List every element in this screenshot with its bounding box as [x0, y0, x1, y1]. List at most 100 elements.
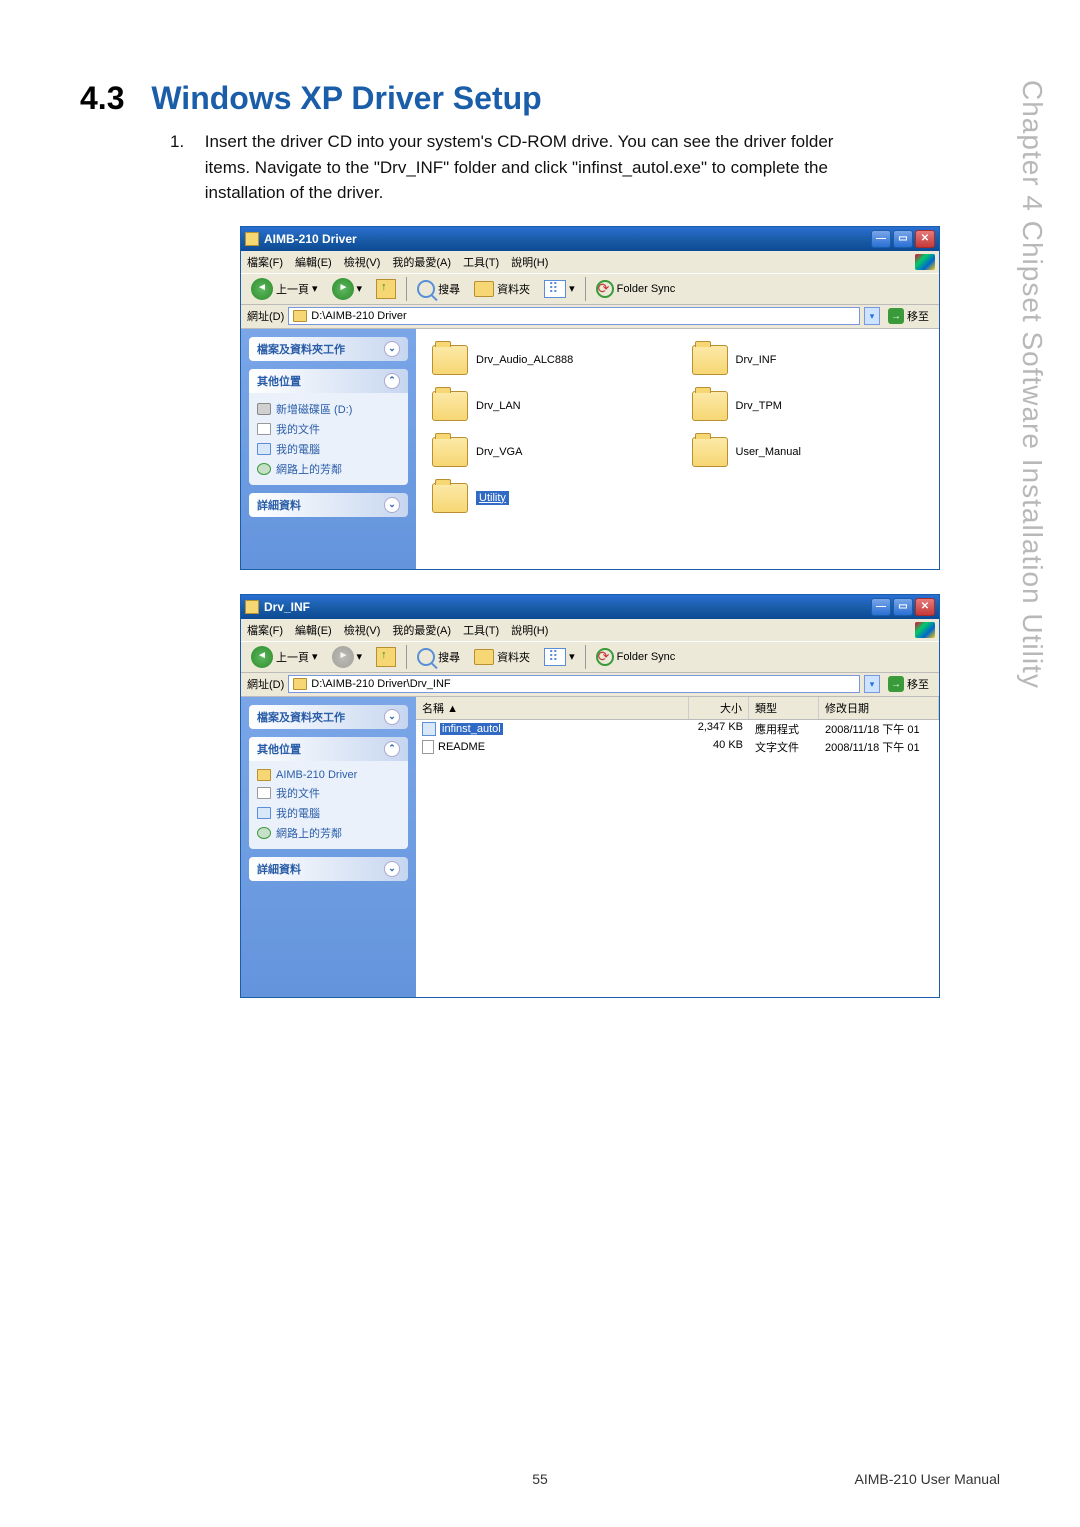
tasks-panel: 檔案及資料夾工作 ⌄	[249, 705, 408, 729]
folder-content[interactable]: Drv_Audio_ALC888 Drv_INF Drv_LAN Drv_TPM Drv…	[416, 329, 939, 569]
folder-item[interactable]: Drv_INF	[688, 341, 928, 379]
expand-icon[interactable]: ⌄	[384, 709, 400, 725]
menu-file[interactable]: 檔案(F)	[247, 622, 283, 638]
folder-sync-button[interactable]: Folder Sync	[592, 278, 680, 300]
menu-edit[interactable]: 編輯(E)	[295, 622, 332, 638]
dropdown-arrow-icon[interactable]: ▾	[569, 282, 575, 295]
sidebar-link[interactable]: 我的文件	[257, 419, 400, 439]
menu-edit[interactable]: 編輯(E)	[295, 254, 332, 270]
exe-file-icon	[422, 722, 436, 736]
column-size[interactable]: 大小	[689, 697, 749, 719]
expand-icon[interactable]: ⌄	[384, 861, 400, 877]
file-type: 應用程式	[749, 721, 819, 737]
titlebar[interactable]: AIMB-210 Driver — ▭ ✕	[241, 227, 939, 251]
panel-header[interactable]: 檔案及資料夾工作 ⌄	[249, 705, 408, 729]
close-button[interactable]: ✕	[915, 230, 935, 248]
sidebar-link[interactable]: 網路上的芳鄰	[257, 823, 400, 843]
folder-item[interactable]: Drv_TPM	[688, 387, 928, 425]
maximize-button[interactable]: ▭	[893, 598, 913, 616]
column-type[interactable]: 類型	[749, 697, 819, 719]
file-row[interactable]: infinst_autol2,347 KB應用程式2008/11/18 下午 0…	[416, 720, 939, 738]
sidebar-link[interactable]: 新增磁碟區 (D:)	[257, 399, 400, 419]
panel-header[interactable]: 檔案及資料夾工作 ⌄	[249, 337, 408, 361]
up-button[interactable]	[372, 645, 400, 669]
other-places-panel: 其他位置 ⌃ 新增磁碟區 (D:) 我的文件我的電腦網路上的芳鄰	[249, 369, 408, 485]
go-button[interactable]: → 移至	[884, 676, 933, 692]
panel-header[interactable]: 其他位置 ⌃	[249, 737, 408, 761]
sort-asc-icon: ▲	[447, 703, 458, 715]
addressbar: 網址(D) D:\AIMB-210 Driver\Drv_INF ▾ → 移至	[241, 673, 939, 697]
panel-header[interactable]: 詳細資料 ⌄	[249, 493, 408, 517]
dropdown-arrow-icon[interactable]: ▾	[312, 650, 318, 663]
folders-button[interactable]: 資料夾	[470, 279, 534, 299]
forward-button[interactable]: ▾	[328, 276, 367, 302]
search-button[interactable]: 搜尋	[413, 646, 464, 668]
windows-logo-icon	[915, 622, 935, 638]
menu-help[interactable]: 說明(H)	[511, 254, 548, 270]
panel-title: 其他位置	[257, 373, 301, 389]
view-button[interactable]: ▾	[540, 278, 579, 300]
address-label: 網址(D)	[247, 676, 284, 692]
folder-item[interactable]: Drv_Audio_ALC888	[428, 341, 668, 379]
search-label: 搜尋	[438, 281, 460, 297]
collapse-icon[interactable]: ⌃	[384, 741, 400, 757]
address-field[interactable]: D:\AIMB-210 Driver\Drv_INF	[288, 675, 860, 693]
menu-view[interactable]: 檢視(V)	[344, 254, 381, 270]
sidebar-link[interactable]: 我的電腦	[257, 803, 400, 823]
panel-header[interactable]: 詳細資料 ⌄	[249, 857, 408, 881]
folder-label: Drv_INF	[736, 354, 777, 366]
column-name[interactable]: 名稱 ▲	[416, 697, 689, 719]
menu-help[interactable]: 說明(H)	[511, 622, 548, 638]
folder-icon	[692, 391, 728, 421]
collapse-icon[interactable]: ⌃	[384, 373, 400, 389]
address-field[interactable]: D:\AIMB-210 Driver	[288, 307, 860, 325]
column-date[interactable]: 修改日期	[819, 697, 939, 719]
dropdown-arrow-icon[interactable]: ▾	[569, 650, 575, 663]
view-button[interactable]: ▾	[540, 646, 579, 668]
toolbar: 上一頁 ▾ ▾ 搜尋 資料夾 ▾	[241, 641, 939, 673]
sidebar-link[interactable]: 網路上的芳鄰	[257, 459, 400, 479]
search-button[interactable]: 搜尋	[413, 278, 464, 300]
folder-sync-button[interactable]: Folder Sync	[592, 646, 680, 668]
folders-button[interactable]: 資料夾	[470, 647, 534, 667]
panel-header[interactable]: 其他位置 ⌃	[249, 369, 408, 393]
go-button[interactable]: → 移至	[884, 308, 933, 324]
details-panel: 詳細資料 ⌄	[249, 857, 408, 881]
back-button[interactable]: 上一頁 ▾	[247, 276, 322, 302]
menu-view[interactable]: 檢視(V)	[344, 622, 381, 638]
minimize-button[interactable]: —	[871, 230, 891, 248]
folder-item[interactable]: Drv_VGA	[428, 433, 668, 471]
close-button[interactable]: ✕	[915, 598, 935, 616]
file-date: 2008/11/18 下午 01	[819, 721, 939, 737]
minimize-button[interactable]: —	[871, 598, 891, 616]
menu-favorites[interactable]: 我的最愛(A)	[392, 622, 451, 638]
back-button[interactable]: 上一頁 ▾	[247, 644, 322, 670]
sidebar-link-label: 網路上的芳鄰	[276, 461, 342, 477]
maximize-button[interactable]: ▭	[893, 230, 913, 248]
sidebar-link[interactable]: 我的電腦	[257, 439, 400, 459]
address-dropdown[interactable]: ▾	[864, 675, 880, 693]
dropdown-arrow-icon[interactable]: ▾	[357, 282, 363, 295]
explorer-window-driver-root: AIMB-210 Driver — ▭ ✕ 檔案(F) 編輯(E) 檢視(V) …	[240, 226, 940, 570]
sidebar-link[interactable]: AIMB-210 Driver	[257, 767, 400, 783]
dropdown-arrow-icon[interactable]: ▾	[357, 650, 363, 663]
folder-item[interactable]: Utility	[428, 479, 668, 517]
section-number: 4.3	[80, 80, 124, 116]
sidebar-link[interactable]: 我的文件	[257, 783, 400, 803]
file-row[interactable]: README40 KB文字文件2008/11/18 下午 01	[416, 738, 939, 756]
folder-item[interactable]: Drv_LAN	[428, 387, 668, 425]
titlebar[interactable]: Drv_INF — ▭ ✕	[241, 595, 939, 619]
forward-button[interactable]: ▾	[328, 644, 367, 670]
expand-icon[interactable]: ⌄	[384, 341, 400, 357]
menu-tools[interactable]: 工具(T)	[463, 622, 499, 638]
expand-icon[interactable]: ⌄	[384, 497, 400, 513]
address-dropdown[interactable]: ▾	[864, 307, 880, 325]
sidebar-link-label: 我的文件	[276, 421, 320, 437]
file-list[interactable]: 名稱 ▲ 大小 類型 修改日期 infinst_autol2,347 KB應用程…	[416, 697, 939, 997]
folder-item[interactable]: User_Manual	[688, 433, 928, 471]
dropdown-arrow-icon[interactable]: ▾	[312, 282, 318, 295]
menu-tools[interactable]: 工具(T)	[463, 254, 499, 270]
menu-favorites[interactable]: 我的最愛(A)	[392, 254, 451, 270]
up-button[interactable]	[372, 277, 400, 301]
menu-file[interactable]: 檔案(F)	[247, 254, 283, 270]
